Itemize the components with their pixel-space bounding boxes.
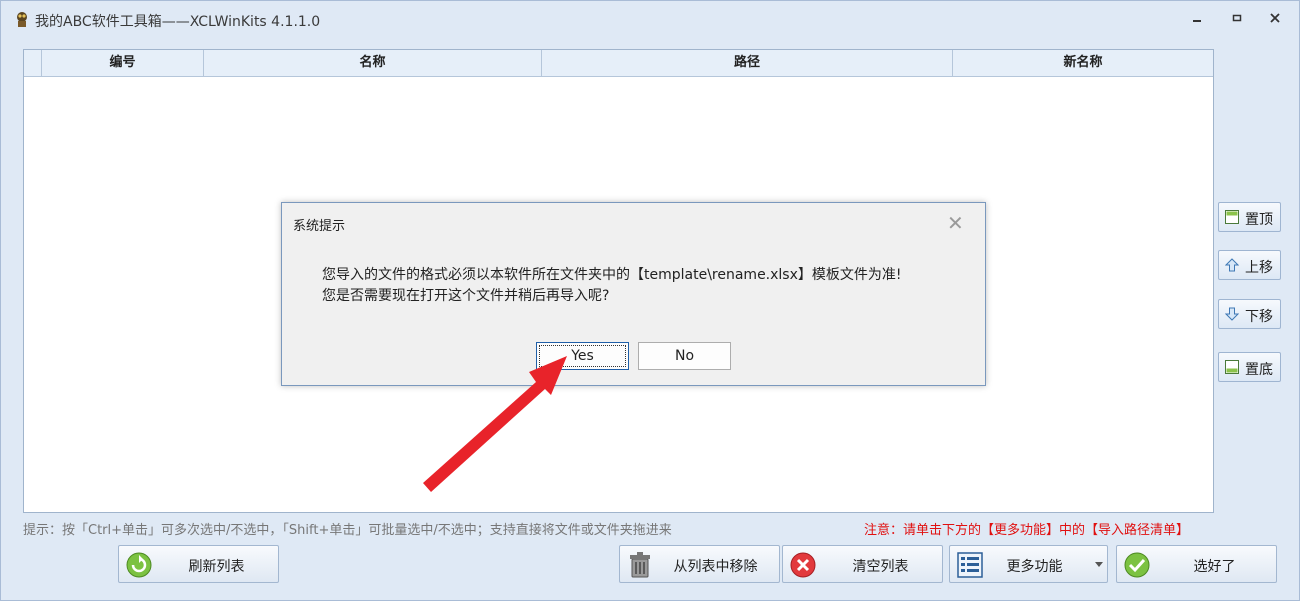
annotation-arrow — [423, 356, 567, 492]
